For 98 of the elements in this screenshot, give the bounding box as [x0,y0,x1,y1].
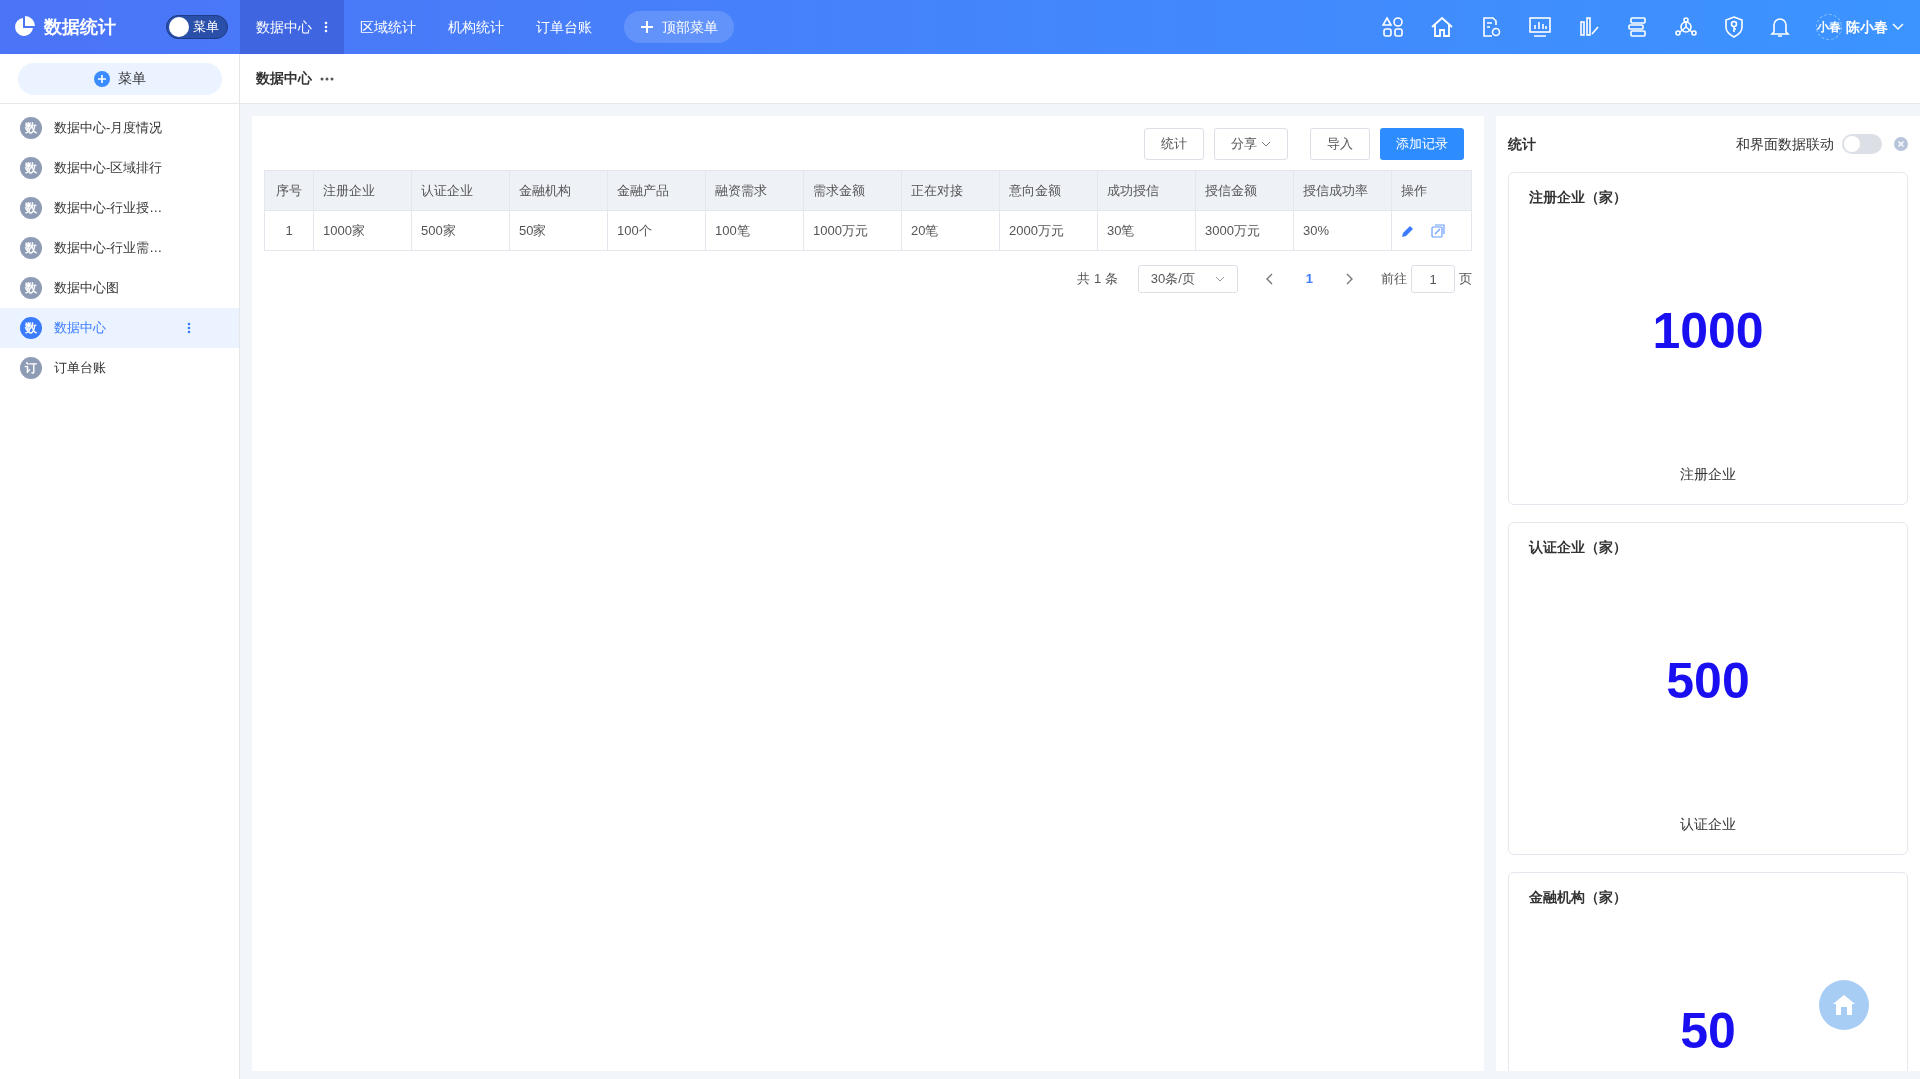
item-badge: 数 [20,197,42,219]
item-badge: 数 [20,117,42,139]
plus-icon [93,70,110,87]
chevron-down-icon [1214,276,1225,282]
item-badge: 数 [20,237,42,259]
bell-icon[interactable] [1770,16,1790,38]
link-switch[interactable] [1842,134,1882,154]
column-header: 正在对接 [901,170,1000,211]
add-menu-button[interactable]: 菜单 [17,62,222,95]
table-cell: 100笔 [705,210,804,251]
stat-value: 50 [1680,1006,1736,1056]
toolbar-button[interactable]: 统计 [1144,128,1204,160]
flow-icon[interactable] [1626,16,1648,38]
page-size-select[interactable]: 30条/页 [1137,265,1238,293]
home-icon [1831,993,1857,1017]
table-cell: 2000万元 [999,210,1098,251]
table-cell: 3000万元 [1195,210,1294,251]
column-header: 注册企业 [313,170,412,211]
column-header: 成功授信 [1097,170,1196,211]
sidebar-item[interactable]: 数 数据中心-行业授… [0,188,239,228]
link-label: 和界面数据联动 [1736,134,1834,154]
goto-suffix: 页 [1459,270,1472,289]
table-cell: 1 [264,210,314,251]
nav-tab[interactable]: 订单台账 [520,0,608,54]
table-cell: 100个 [607,210,706,251]
monitor-chart-icon[interactable] [1528,16,1552,38]
item-label: 数据中心-区域排行 [54,159,163,178]
more-icon[interactable] [320,76,334,81]
bar-chart-icon[interactable] [1578,16,1600,38]
column-header: 需求金额 [803,170,902,211]
table-cell: 30% [1293,210,1392,251]
sidebar-item[interactable]: 数 数据中心 [0,308,239,348]
column-header: 操作 [1391,170,1472,211]
table-cell: 20笔 [901,210,1000,251]
pie-chart-icon [12,15,36,39]
item-badge: 数 [20,157,42,179]
toolbar-button[interactable]: 导入 [1310,128,1370,160]
nav-tab[interactable]: 数据中心 [240,0,344,54]
item-label: 数据中心图 [54,279,119,298]
shield-key-icon[interactable] [1724,16,1744,38]
kebab-icon[interactable] [187,322,191,334]
item-badge: 订 [20,357,42,379]
nav-tab[interactable]: 区域统计 [344,0,432,54]
stat-value: 1000 [1652,306,1764,356]
sidebar-item[interactable]: 数 数据中心-行业需… [0,228,239,268]
app-title: 数据统计 [44,15,116,39]
network-icon[interactable] [1674,16,1698,38]
toolbar-button[interactable]: 分享 [1214,128,1288,160]
column-header: 授信成功率 [1293,170,1392,211]
menu-switch[interactable]: 菜单 [166,15,228,39]
close-icon[interactable] [1894,137,1908,151]
column-header: 授信金额 [1195,170,1294,211]
table-cell: 50家 [509,210,608,251]
table-cell: 500家 [411,210,510,251]
chevron-down-icon [1261,141,1271,147]
item-label: 数据中心-行业授… [54,199,163,218]
column-header: 金融产品 [607,170,706,211]
edit-icon[interactable] [1401,223,1415,238]
next-page-icon[interactable] [1345,273,1353,285]
plus-icon [640,20,654,34]
column-header: 认证企业 [411,170,510,211]
home-icon[interactable] [1430,16,1454,38]
card-title: 金融机构（家） [1529,888,1627,907]
breadcrumb[interactable]: 数据中心 [256,68,312,89]
sidebar-item[interactable]: 数 数据中心图 [0,268,239,308]
table-cell: 1000家 [313,210,412,251]
goto-page-field[interactable]: 1 [1411,265,1455,293]
kebab-icon[interactable] [324,21,328,33]
column-header: 金融机构 [509,170,608,211]
table-cell: 1000万元 [803,210,902,251]
chevron-down-icon[interactable] [1892,23,1904,31]
nav-tab[interactable]: 机构统计 [432,0,520,54]
item-label: 订单台账 [54,359,106,378]
sidebar-item[interactable]: 数 数据中心-月度情况 [0,108,239,148]
stat-label: 认证企业 [1680,815,1736,834]
item-label: 数据中心-月度情况 [54,119,163,138]
card-title: 注册企业（家） [1529,188,1627,207]
table-cell: 30笔 [1097,210,1196,251]
stat-value: 500 [1666,656,1750,706]
copy-icon[interactable] [1431,223,1445,238]
document-gear-icon[interactable] [1480,16,1502,38]
total-count: 共 1 条 [1077,270,1118,289]
item-label: 数据中心-行业需… [54,239,163,258]
sidebar-item[interactable]: 订 订单台账 [0,348,239,388]
previous-page-icon[interactable] [1265,273,1274,285]
apps-icon[interactable] [1382,16,1404,38]
sidebar-item[interactable]: 数 数据中心-区域排行 [0,148,239,188]
item-label: 数据中心 [54,319,106,338]
column-header: 序号 [264,170,314,211]
page-number[interactable]: 1 [1285,269,1333,289]
column-header: 融资需求 [705,170,804,211]
stat-label: 注册企业 [1680,465,1736,484]
item-badge: 数 [20,317,42,339]
item-badge: 数 [20,277,42,299]
card-title: 认证企业（家） [1529,538,1627,557]
column-header: 意向金额 [999,170,1098,211]
panel-title: 统计 [1508,134,1536,154]
goto-label: 前往 [1381,270,1407,289]
